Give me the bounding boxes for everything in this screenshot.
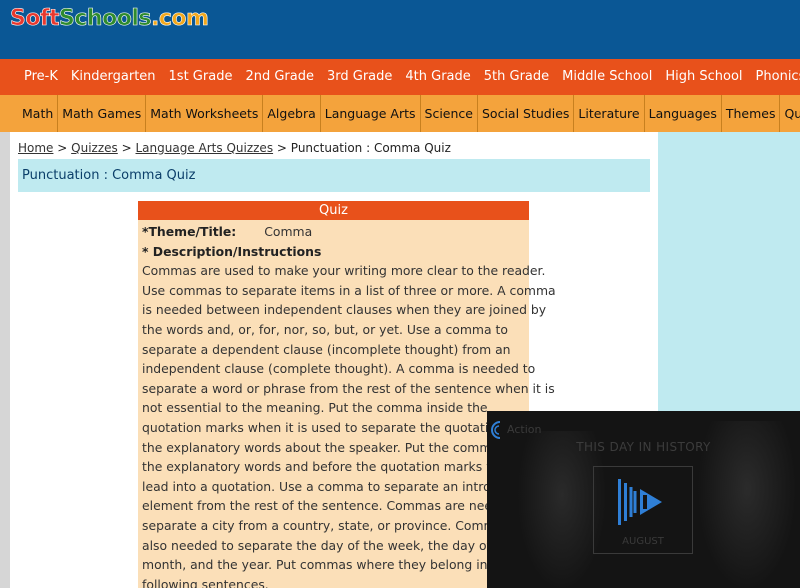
quiz-description-line: quotation marks when it is used to separ… [142,419,504,435]
breadcrumb-separator: > [57,141,68,155]
quiz-description-line: also needed to separate the day of the w… [142,537,516,553]
nav-grade-item[interactable]: Phonics [756,59,800,95]
nav-grade-item[interactable]: High School [665,59,742,95]
quiz-header: Quiz [138,201,529,220]
quiz-description-label: * Description/Instructions [142,243,322,259]
quiz-panel: Quiz *Theme/Title: Comma * Description/In… [138,201,556,588]
nav-grade-item[interactable]: Middle School [562,59,652,95]
nav-subject-item[interactable]: Social Studies [477,95,573,132]
nav-subject-item[interactable]: Literature [573,95,643,132]
play-icon[interactable] [616,475,672,531]
nav-grade-item[interactable]: Kindergarten [71,59,156,95]
nav-grade-item[interactable]: 5th Grade [484,59,549,95]
quiz-description-line: the explanatory words about the speaker.… [142,439,511,455]
page-title-bar: Punctuation : Comma Quiz [18,159,650,192]
nav-subject-item[interactable]: Math [0,95,57,132]
quiz-description-line: following sentences. [142,576,269,588]
logo-part-soft: Soft [10,6,60,32]
breadcrumb-language-arts-quizzes-link[interactable]: Language Arts Quizzes [136,141,274,155]
quiz-theme-value: Comma [264,224,313,239]
quiz-theme-label: *Theme/Title: [142,224,237,239]
quiz-description-line: independent clause (complete thought). A… [142,361,536,377]
quiz-description-line: separate a dependent clause (incomplete … [142,341,511,357]
nav-grade-item[interactable]: Pre-K [24,59,58,95]
quiz-theme-row: *Theme/Title: Comma [142,222,529,242]
breadcrumb-current: Punctuation : Comma Quiz [290,141,451,155]
nav-subject-item[interactable]: Math Games [57,95,145,132]
softschools-logo[interactable]: SoftSchools.com [10,6,210,32]
nav-subject-item[interactable]: Math Worksheets [145,95,262,132]
video-brand-label: Action [507,423,542,436]
video-brand-icon [491,421,501,439]
nav-subject-item[interactable]: Themes [720,95,780,132]
breadcrumb-home-link[interactable]: Home [18,141,53,155]
subject-nav: Math Math Games Math Worksheets Algebra Lang… [0,95,800,132]
page-title: Punctuation : Comma Quiz [22,168,196,183]
breadcrumb-quizzes-link[interactable]: Quizzes [71,141,118,155]
quiz-description-line: the words and, or, for, nor, so, but, or… [142,321,508,337]
nav-grade-item[interactable]: 1st Grade [169,59,233,95]
quiz-description-line: not essential to the meaning. Put the co… [142,400,488,416]
quiz-body: *Theme/Title: Comma * Description/Instruc… [138,220,556,588]
site-header: SoftSchools.com [0,0,800,59]
breadcrumb-separator: > [276,141,287,155]
quiz-description-line: is needed between independent clauses wh… [142,302,547,318]
video-player-overlay[interactable]: Action THIS DAY IN HISTORY AUGUST [487,411,800,588]
video-title: THIS DAY IN HISTORY [576,440,711,454]
quiz-description-line: the explanatory words and before the quo… [142,459,512,475]
nav-subject-item[interactable]: Quizzes [779,95,800,132]
nav-grade-item[interactable]: 4th Grade [405,59,470,95]
logo-part-schools: Schools [59,6,152,32]
quiz-description-line: month, and the year. Put commas where th… [142,557,505,573]
logo-part-com: .com [150,6,210,32]
nav-subject-item[interactable]: Languages [643,95,721,132]
grade-nav: Pre-K Kindergarten 1st Grade 2nd Grade 3rd G… [0,59,800,95]
video-play-card[interactable]: AUGUST [593,466,693,554]
quiz-description-line: Commas are used to make your writing mor… [142,263,546,279]
nav-grade-item[interactable]: 2nd Grade [245,59,314,95]
nav-subject-item[interactable]: Algebra [262,95,319,132]
breadcrumb: Home > Quizzes > Language Arts Quizzes >… [18,141,451,155]
quiz-description-line: separate a city from a country, state, o… [142,517,522,533]
nav-subject-item[interactable]: Science [419,95,477,132]
quiz-description-line: Use commas to separate items in a list o… [142,282,556,298]
breadcrumb-separator: > [121,141,132,155]
quiz-description: Commas are used to make your writing mor… [142,261,556,588]
quiz-description-line: separate a word or phrase from the rest … [142,380,555,396]
quiz-description-line: lead into a quotation. Use a comma to se… [142,478,507,494]
quiz-description-line: element from the rest of the sentence. C… [142,498,508,514]
nav-grade-item[interactable]: 3rd Grade [327,59,392,95]
nav-subject-item[interactable]: Language Arts [319,95,420,132]
video-month: AUGUST [622,536,664,547]
